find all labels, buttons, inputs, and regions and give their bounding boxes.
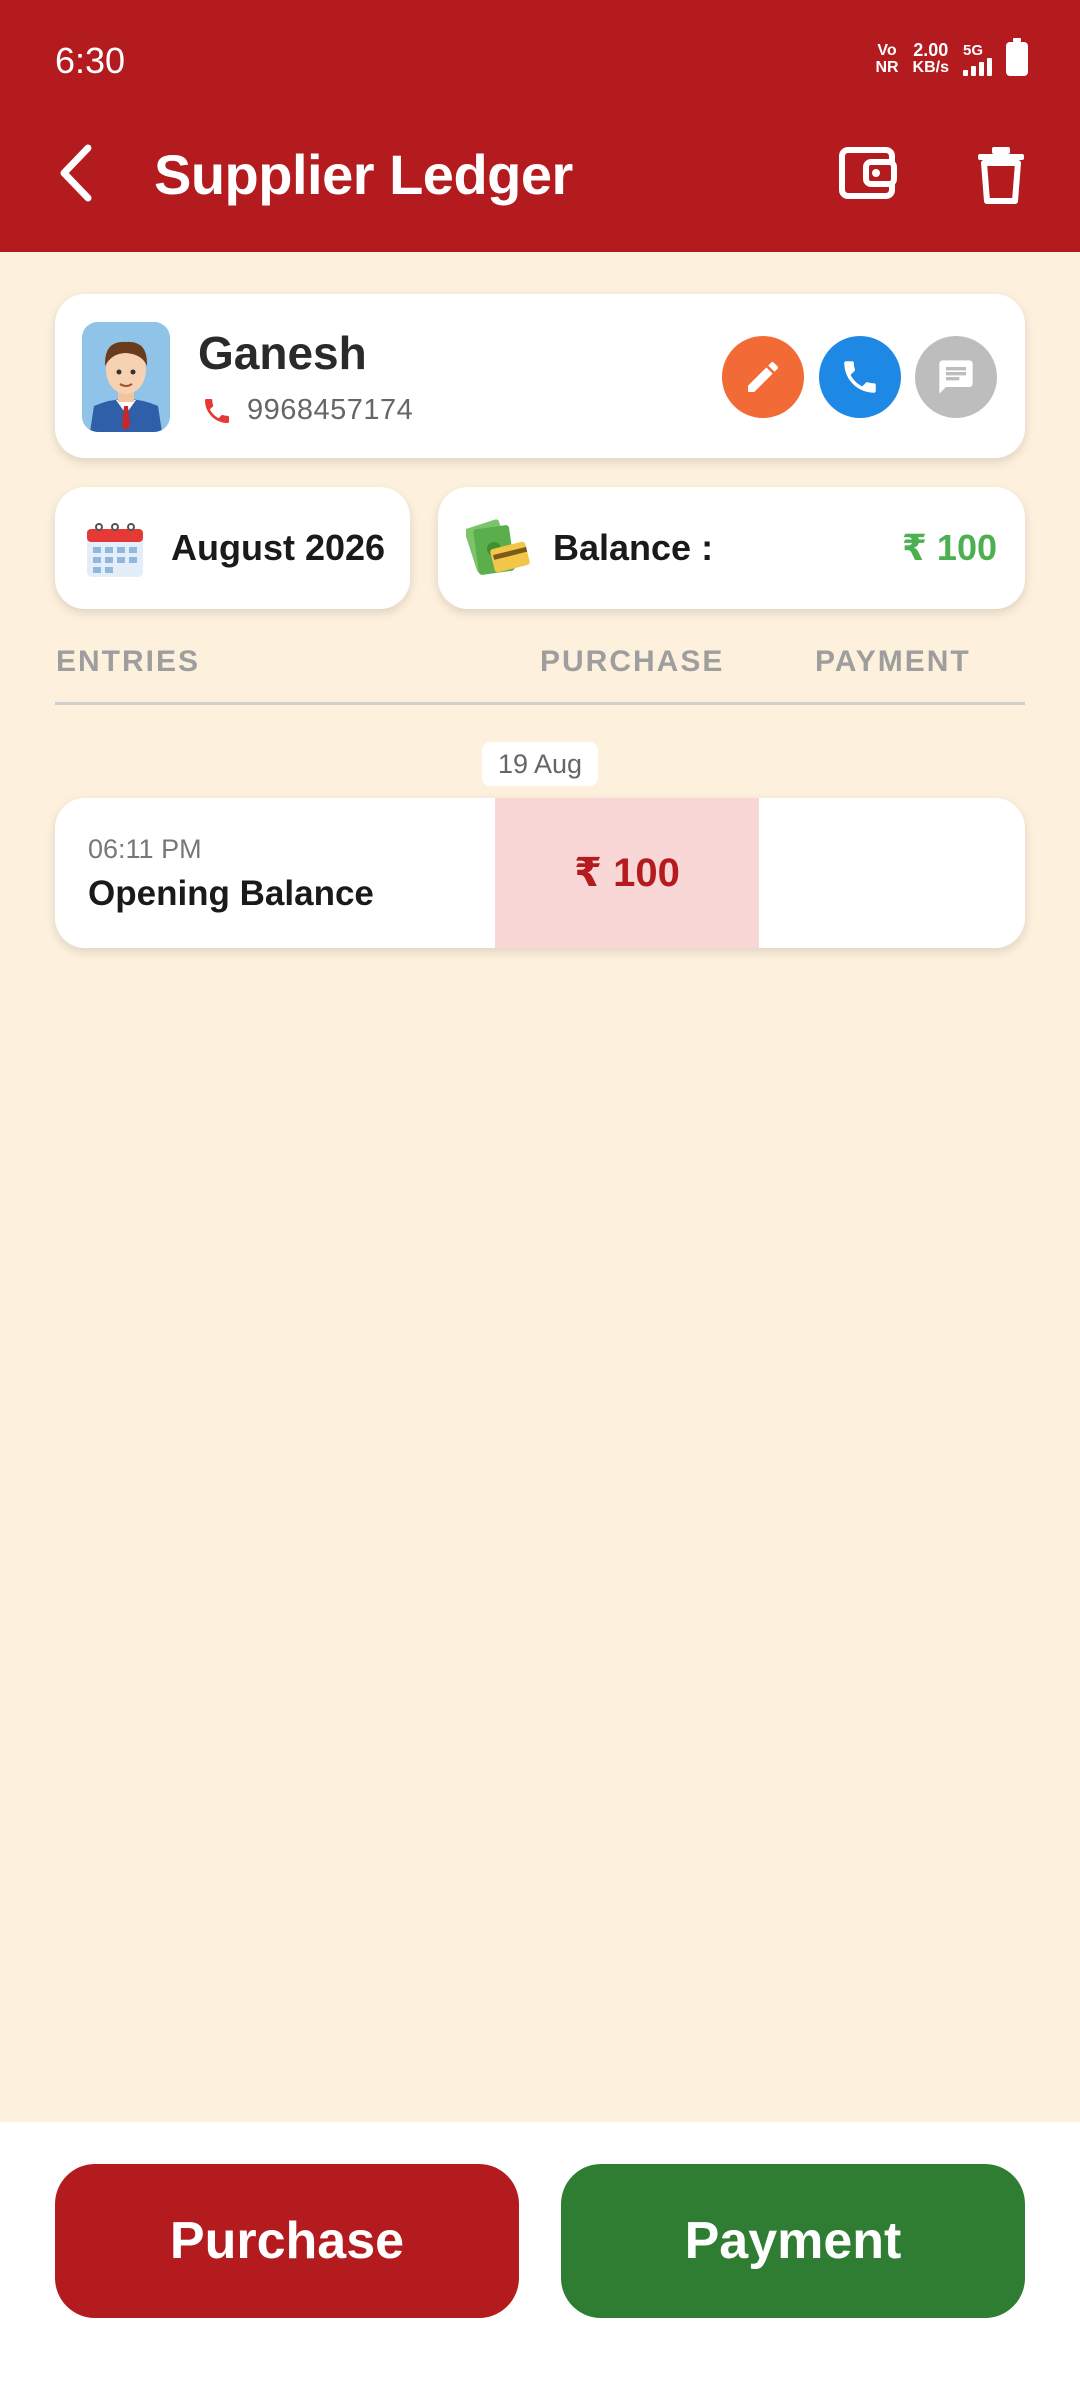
selected-month: August 2026 [171, 527, 386, 568]
column-header-payment: PAYMENT [815, 645, 971, 678]
money-icon [466, 519, 530, 575]
chevron-left-icon [60, 144, 92, 202]
page-title: Supplier Ledger [154, 143, 573, 206]
delete-button[interactable] [976, 146, 1026, 204]
wallet-button[interactable] [838, 146, 898, 202]
call-supplier-button[interactable] [819, 336, 901, 418]
date-chip: 19 Aug [482, 742, 598, 786]
avatar-image [82, 322, 170, 432]
entry-payment-amount [759, 798, 1025, 948]
entry-title: Opening Balance [88, 874, 374, 913]
pencil-icon [748, 362, 778, 392]
column-header-purchase: PURCHASE [540, 645, 725, 678]
signal-indicator: 5G [963, 43, 992, 76]
network-type: 5G [963, 41, 984, 59]
phone-icon [844, 361, 876, 393]
purchase-button[interactable]: Purchase [55, 2164, 519, 2318]
header-divider [55, 702, 1025, 705]
supplier-card: Ganesh 9968457174 [55, 294, 1025, 458]
column-header-entries: ENTRIES [56, 645, 201, 678]
avatar [82, 322, 170, 432]
network-speed-value: 2.00 [913, 40, 949, 60]
battery-icon [1006, 38, 1028, 76]
volte-bottom: NR [875, 59, 899, 76]
wallet-icon [839, 147, 897, 199]
balance-label: Balance : [553, 527, 714, 568]
app-header: 6:30 Vo NR 2.00 KB/s 5G Supplier Ledger [0, 0, 1080, 252]
ledger-entry[interactable]: 06:11 PM Opening Balance ₹ 100 [55, 798, 1025, 948]
trash-icon [978, 147, 1024, 204]
network-speed: 2.00 KB/s [912, 40, 949, 76]
phone-icon [205, 398, 229, 423]
signal-bars-icon [963, 57, 992, 76]
balance-card: Balance : ₹ 100 [438, 487, 1025, 609]
message-icon [939, 360, 973, 394]
balance-value: ₹ 100 [901, 527, 997, 568]
supplier-name: Ganesh [198, 327, 367, 379]
payment-button[interactable]: Payment [561, 2164, 1025, 2318]
status-icons: Vo NR 2.00 KB/s 5G [875, 38, 1028, 76]
supplier-phone: 9968457174 [247, 394, 414, 426]
entry-time: 06:11 PM [88, 834, 202, 864]
supplier-phone-row: 9968457174 [201, 394, 413, 427]
entry-purchase-amount: ₹ 100 [495, 798, 759, 948]
month-selector[interactable]: August 2026 [55, 487, 410, 609]
volte-top: Vo [877, 42, 897, 59]
status-time: 6:30 [55, 40, 126, 81]
network-speed-unit: KB/s [912, 59, 949, 76]
edit-supplier-button[interactable] [722, 336, 804, 418]
calendar-icon [87, 523, 143, 577]
message-supplier-button[interactable] [915, 336, 997, 418]
volte-indicator: Vo NR [875, 42, 898, 76]
back-button[interactable] [52, 142, 102, 204]
